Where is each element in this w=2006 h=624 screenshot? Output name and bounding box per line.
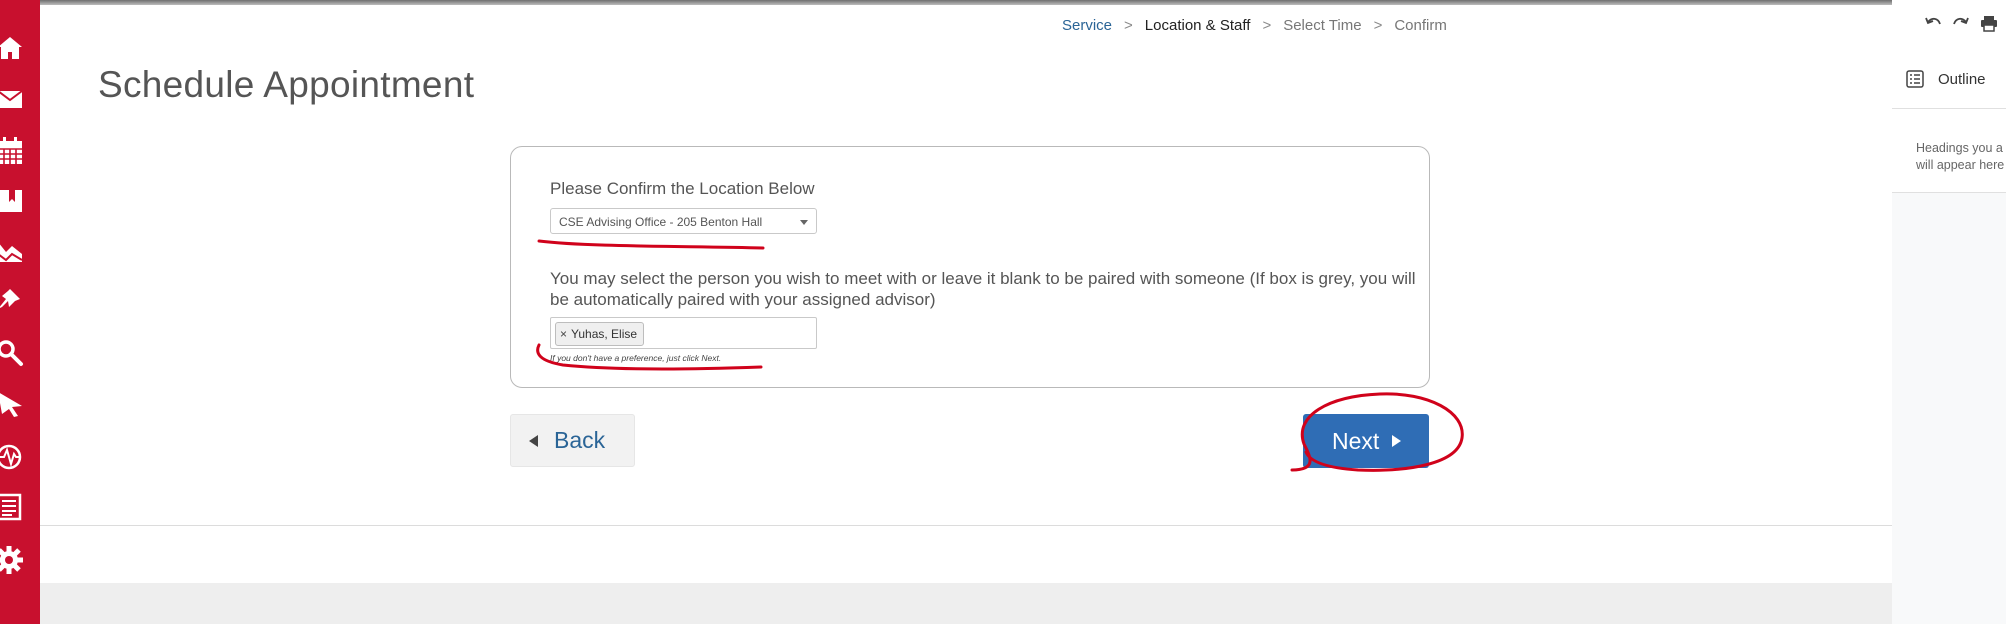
breadcrumb-select-time: Select Time bbox=[1283, 17, 1362, 34]
sidebar-messages[interactable] bbox=[0, 83, 30, 117]
outline-panel-header: Outline Headings you a will appear here bbox=[1892, 0, 2006, 193]
gear-icon bbox=[0, 546, 23, 574]
breadcrumb-separator: > bbox=[1262, 17, 1272, 34]
undo-icon[interactable] bbox=[1924, 14, 1942, 32]
staff-select[interactable]: × Yuhas, Elise bbox=[550, 317, 817, 349]
sidebar-pin[interactable] bbox=[0, 283, 30, 317]
book-icon bbox=[0, 190, 22, 212]
location-staff-card: Please Confirm the Location Below CSE Ad… bbox=[510, 146, 1430, 388]
sidebar-news[interactable] bbox=[0, 490, 30, 524]
outline-list-icon bbox=[1906, 70, 1924, 88]
chart-icon bbox=[0, 244, 23, 262]
outline-description: Headings you a will appear here bbox=[1916, 140, 2006, 174]
redo-icon[interactable] bbox=[1952, 14, 1970, 32]
chevron-down-icon bbox=[800, 220, 808, 225]
outline-desc-line2: will appear here bbox=[1916, 158, 2005, 172]
activity-icon bbox=[0, 444, 22, 470]
sidebar-search[interactable] bbox=[0, 336, 30, 370]
doc-toolbar bbox=[1924, 14, 1998, 32]
outline-title: Outline bbox=[1938, 70, 1986, 88]
chevron-right-icon bbox=[1392, 435, 1402, 447]
breadcrumb-service[interactable]: Service bbox=[1062, 17, 1112, 34]
page-title: Schedule Appointment bbox=[98, 64, 475, 105]
staff-tag-label: Yuhas, Elise bbox=[571, 327, 638, 341]
news-icon bbox=[0, 493, 22, 521]
outline-panel: Outline Headings you a will appear here bbox=[1892, 0, 2006, 624]
app-sidebar bbox=[0, 0, 40, 624]
next-button-label: Next bbox=[1332, 427, 1380, 454]
next-button[interactable]: Next bbox=[1303, 414, 1429, 468]
breadcrumb: Service > Location & Staff > Select Time > Con… bbox=[1062, 17, 1447, 34]
breadcrumb-confirm: Confirm bbox=[1394, 17, 1447, 34]
outline-title-row[interactable]: Outline bbox=[1906, 70, 1986, 88]
location-select[interactable]: CSE Advising Office - 205 Benton Hall bbox=[550, 208, 817, 234]
breadcrumb-separator: > bbox=[1124, 17, 1133, 34]
outline-divider bbox=[1892, 108, 2006, 109]
print-icon[interactable] bbox=[1980, 14, 1998, 32]
remove-tag-icon[interactable]: × bbox=[560, 327, 567, 341]
sidebar-reports[interactable] bbox=[0, 234, 30, 268]
back-button[interactable]: Back bbox=[510, 414, 635, 467]
annotation-underline-location bbox=[537, 239, 765, 250]
page-footer bbox=[40, 583, 1892, 624]
location-select-value: CSE Advising Office - 205 Benton Hall bbox=[559, 215, 763, 229]
calendar-icon bbox=[0, 137, 22, 164]
sidebar-activity[interactable] bbox=[0, 440, 30, 474]
content-divider bbox=[40, 525, 1892, 526]
sidebar-calendar[interactable] bbox=[0, 134, 30, 168]
staff-tag: × Yuhas, Elise bbox=[555, 322, 645, 346]
main-content: Service > Location & Staff > Select Time > Con… bbox=[40, 0, 1892, 624]
sidebar-settings[interactable] bbox=[0, 543, 30, 577]
cursor-icon bbox=[0, 393, 22, 417]
sidebar-select[interactable] bbox=[0, 387, 30, 421]
home-icon bbox=[0, 37, 22, 59]
location-label: Please Confirm the Location Below bbox=[550, 179, 815, 198]
outline-desc-line1: Headings you a bbox=[1916, 141, 2003, 155]
sidebar-resources[interactable] bbox=[0, 184, 30, 218]
back-button-label: Back bbox=[554, 427, 606, 453]
pin-icon bbox=[0, 289, 20, 308]
breadcrumb-separator: > bbox=[1373, 17, 1383, 34]
staff-hint: If you don't have a preference, just cli… bbox=[550, 353, 722, 363]
breadcrumb-location-staff: Location & Staff bbox=[1144, 17, 1251, 34]
search-icon bbox=[0, 340, 23, 366]
chevron-left-icon bbox=[529, 434, 538, 447]
sidebar-home[interactable] bbox=[0, 31, 30, 65]
mail-icon bbox=[0, 90, 23, 108]
staff-label: You may select the person you wish to me… bbox=[550, 269, 1416, 309]
